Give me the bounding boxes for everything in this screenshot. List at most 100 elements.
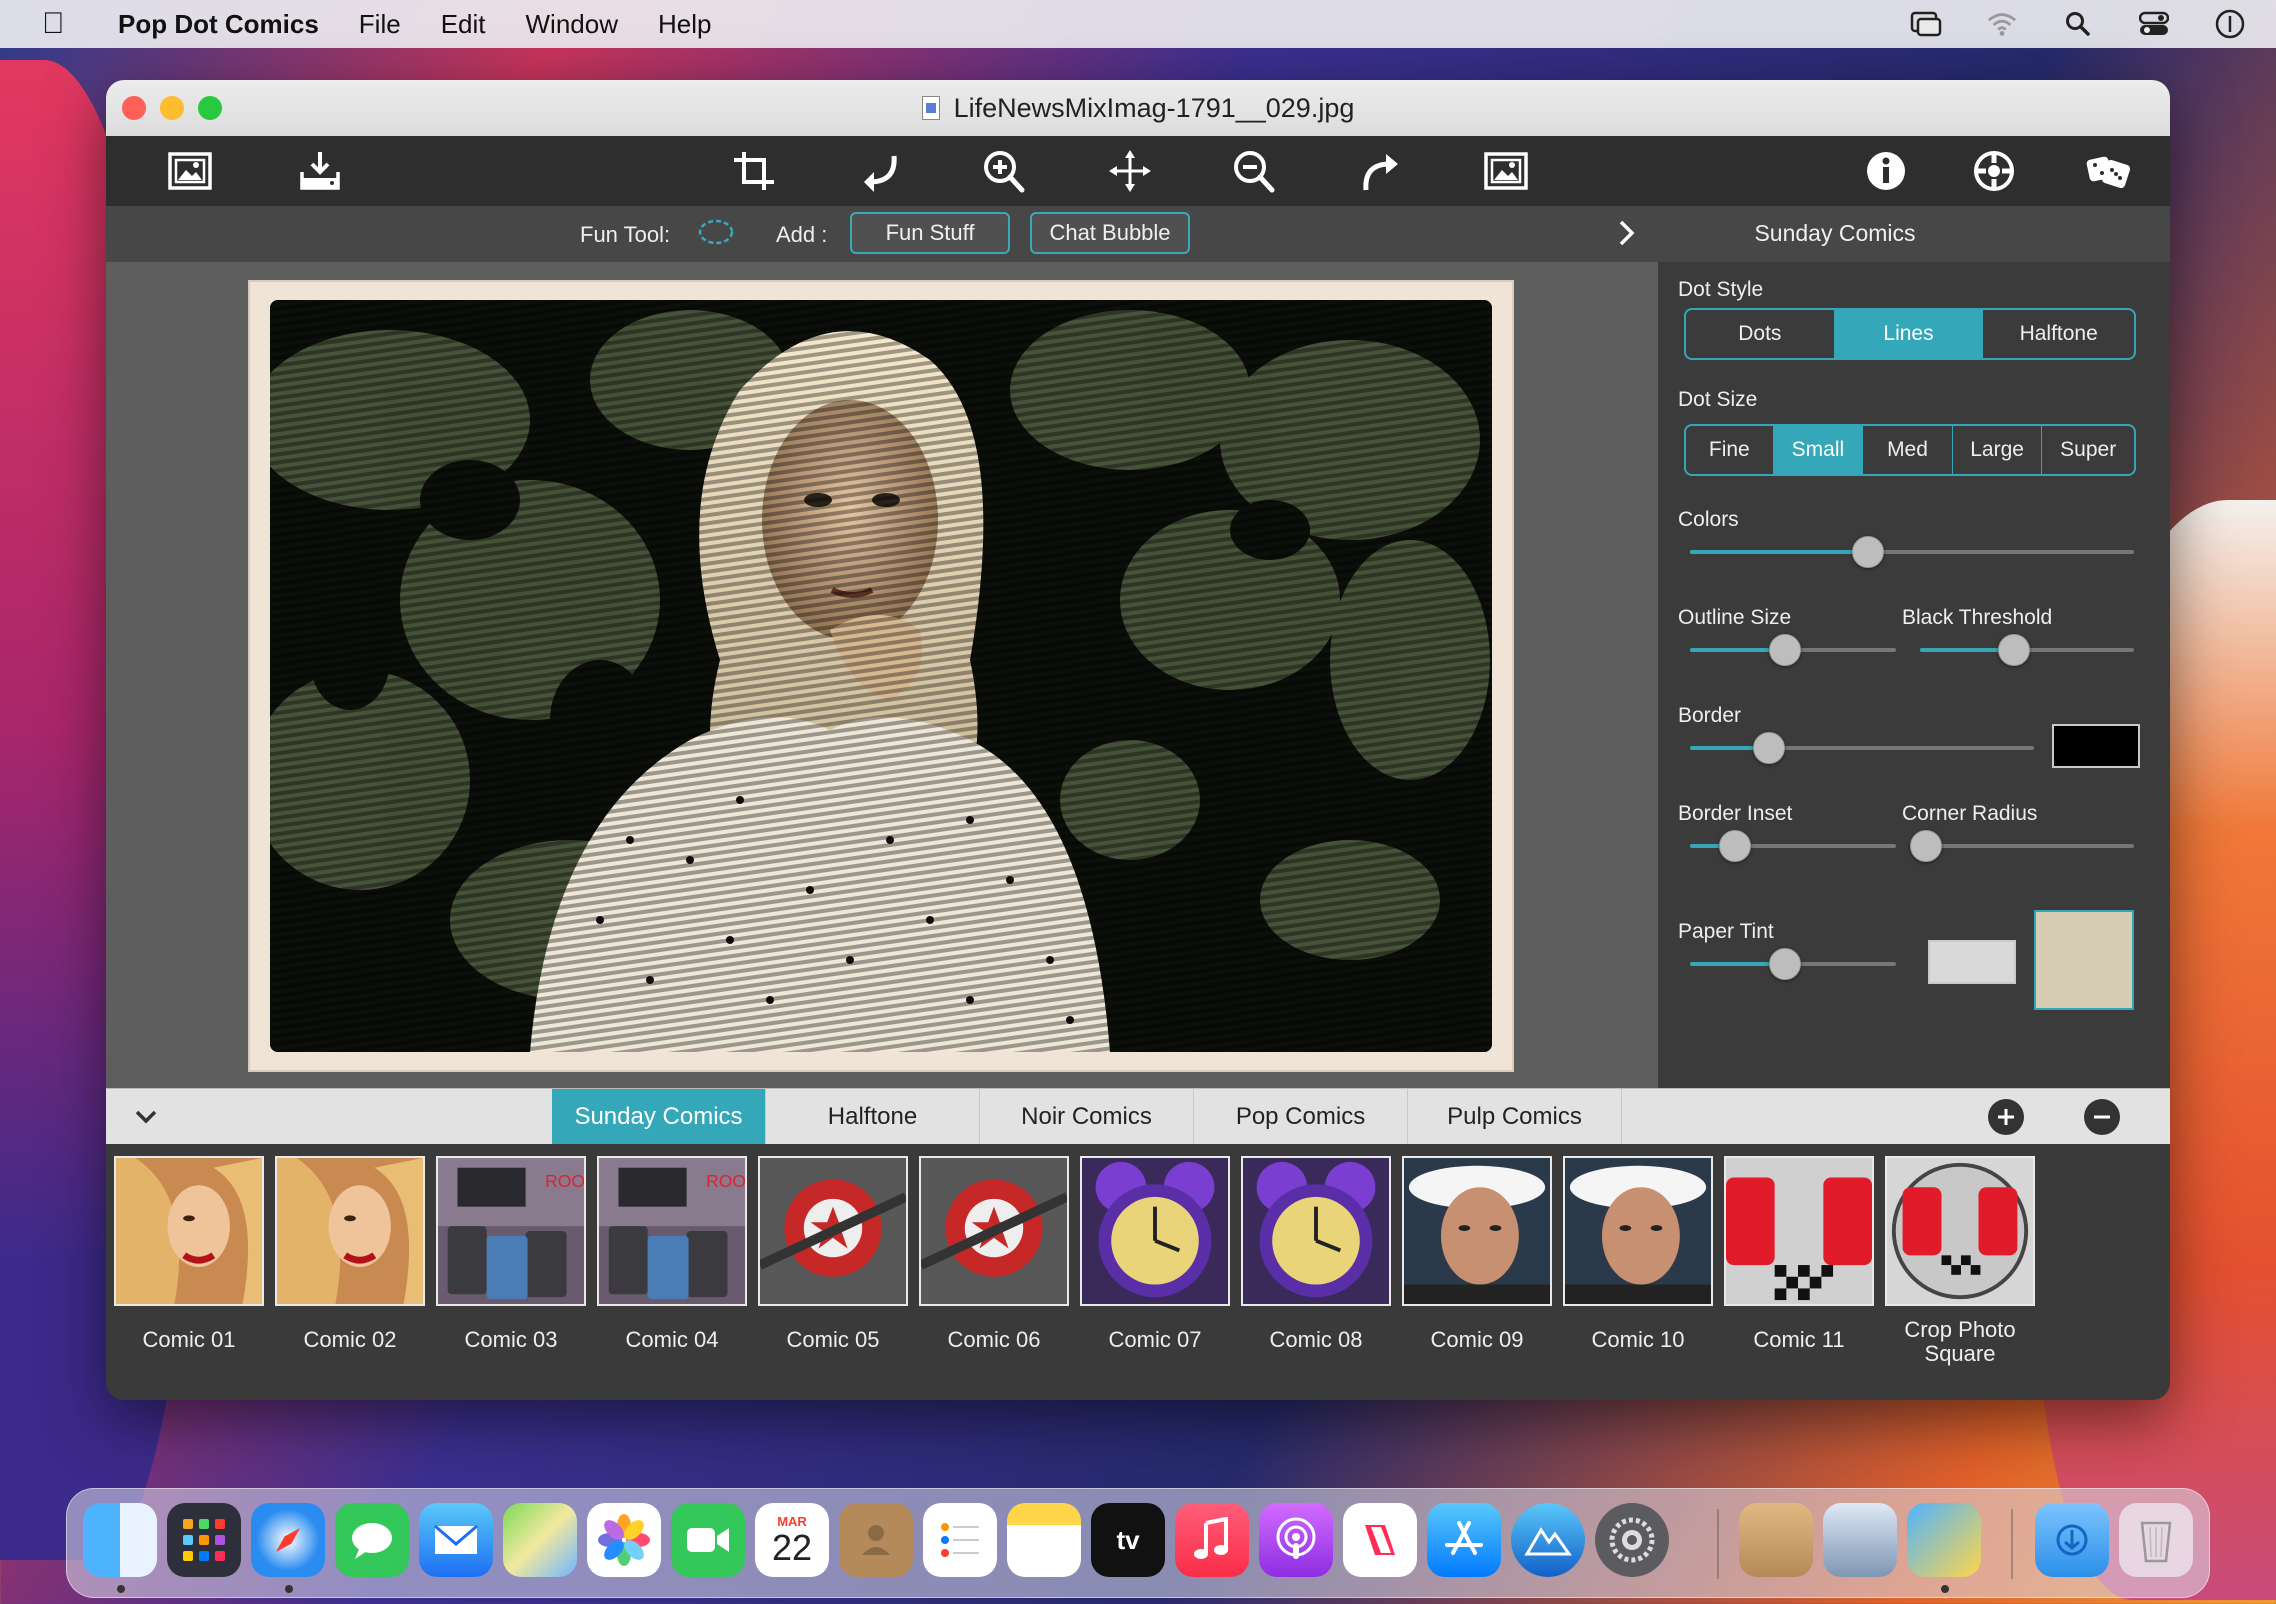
paper-tint-slider-knob[interactable] — [1768, 948, 1801, 980]
border-color-swatch[interactable] — [2052, 724, 2140, 768]
paper-tint-slider[interactable] — [1690, 948, 1896, 980]
preset-thumbnail[interactable]: Comic 11 — [1724, 1156, 1874, 1352]
zoom-in-icon[interactable] — [976, 148, 1032, 194]
tab-pop-comics[interactable]: Pop Comics — [1194, 1089, 1408, 1145]
menu-file[interactable]: File — [359, 9, 401, 40]
menu-edit[interactable]: Edit — [441, 9, 486, 40]
preset-thumbnail-image[interactable] — [919, 1156, 1069, 1306]
menu-help[interactable]: Help — [658, 9, 711, 40]
rotate-right-icon[interactable] — [1352, 148, 1408, 194]
archive-utility-icon[interactable] — [1739, 1503, 1813, 1577]
minimize-window-button[interactable] — [160, 96, 184, 120]
preset-thumbnail-image[interactable] — [114, 1156, 264, 1306]
border-slider[interactable] — [1690, 732, 2034, 764]
colors-slider-knob[interactable] — [1851, 536, 1884, 568]
dot-size-super[interactable]: Super — [2042, 426, 2134, 474]
pop-dot-comics-dock-icon[interactable] — [1907, 1503, 1981, 1577]
rotate-left-icon[interactable] — [852, 148, 908, 194]
menu-window[interactable]: Window — [526, 9, 618, 40]
corner-radius-slider[interactable] — [1910, 830, 2134, 862]
random-dice-icon[interactable] — [2080, 148, 2136, 194]
facetime-icon[interactable] — [671, 1503, 745, 1577]
comic-preview-image[interactable] — [270, 300, 1492, 1052]
preset-thumbnail-image[interactable] — [1402, 1156, 1552, 1306]
preset-thumbnail-image[interactable] — [1885, 1156, 2035, 1306]
preset-thumbnail[interactable]: Comic 05 — [758, 1156, 908, 1352]
border-slider-knob[interactable] — [1753, 732, 1786, 764]
music-icon[interactable] — [1175, 1503, 1249, 1577]
preset-thumbnail-image[interactable] — [758, 1156, 908, 1306]
reminders-icon[interactable] — [923, 1503, 997, 1577]
zoom-window-button[interactable] — [198, 96, 222, 120]
chevron-down-icon[interactable] — [132, 1103, 160, 1138]
tab-noir-comics[interactable]: Noir Comics — [980, 1089, 1194, 1145]
border-inset-slider-knob[interactable] — [1719, 830, 1752, 862]
mail-icon[interactable] — [419, 1503, 493, 1577]
control-center-icon[interactable] — [2138, 10, 2170, 38]
monterey-installer-icon[interactable] — [1511, 1503, 1585, 1577]
screen-mirror-icon[interactable] — [1910, 10, 1942, 38]
dot-size-small[interactable]: Small — [1773, 426, 1864, 474]
info-icon[interactable] — [1858, 148, 1914, 194]
export-image-icon[interactable] — [1478, 148, 1534, 194]
zoom-out-icon[interactable] — [1226, 148, 1282, 194]
corner-radius-slider-knob[interactable] — [1910, 830, 1943, 862]
wifi-icon[interactable] — [1986, 10, 2018, 38]
border-inset-slider[interactable] — [1690, 830, 1896, 862]
preset-thumbnail[interactable]: Comic 08 — [1241, 1156, 1391, 1352]
photos-icon[interactable] — [587, 1503, 661, 1577]
preset-thumbnail-image[interactable] — [1563, 1156, 1713, 1306]
downloads-folder-icon[interactable] — [2035, 1503, 2109, 1577]
crop-icon[interactable] — [726, 148, 782, 194]
maps-icon[interactable] — [503, 1503, 577, 1577]
tab-halftone[interactable]: Halftone — [766, 1089, 980, 1145]
preset-thumbnail[interactable]: Comic 06 — [919, 1156, 1069, 1352]
preset-thumbnail[interactable]: Comic 02 — [275, 1156, 425, 1352]
tab-pulp-comics[interactable]: Pulp Comics — [1408, 1089, 1622, 1145]
lasso-tool-icon[interactable] — [696, 216, 736, 256]
outline-size-slider[interactable] — [1690, 634, 1896, 666]
canvas-area[interactable] — [106, 262, 1658, 1088]
preset-thumbnail-image[interactable]: ROO — [436, 1156, 586, 1306]
chat-bubble-button[interactable]: Chat Bubble — [1030, 212, 1190, 254]
preset-thumbnail-image[interactable] — [1724, 1156, 1874, 1306]
system-preferences-icon[interactable] — [1595, 1503, 1669, 1577]
apple-tv-icon[interactable]: tv — [1091, 1503, 1165, 1577]
black-threshold-slider-knob[interactable] — [1998, 634, 2031, 666]
news-icon[interactable] — [1343, 1503, 1417, 1577]
preset-thumbnail[interactable]: Comic 09 — [1402, 1156, 1552, 1352]
dot-size-large[interactable]: Large — [1953, 426, 2043, 474]
app-store-icon[interactable] — [1427, 1503, 1501, 1577]
black-threshold-slider[interactable] — [1920, 634, 2134, 666]
trash-icon[interactable] — [2119, 1503, 2193, 1577]
dot-style-halftone[interactable]: Halftone — [1983, 310, 2134, 358]
fun-stuff-button[interactable]: Fun Stuff — [850, 212, 1010, 254]
spotlight-search-icon[interactable] — [2062, 10, 2094, 38]
paper-tint-color-swatch[interactable] — [1928, 940, 2016, 984]
paper-texture-swatch[interactable] — [2034, 910, 2134, 1010]
open-image-icon[interactable] — [162, 148, 218, 194]
outline-size-slider-knob[interactable] — [1768, 634, 1801, 666]
settings-icon[interactable] — [1966, 148, 2022, 194]
preset-thumbnail[interactable]: Comic 07 — [1080, 1156, 1230, 1352]
preset-thumbnail-image[interactable] — [1241, 1156, 1391, 1306]
preset-thumbnail-image[interactable] — [275, 1156, 425, 1306]
tab-sunday-comics[interactable]: Sunday Comics — [552, 1089, 766, 1145]
add-preset-button[interactable] — [1988, 1099, 2024, 1135]
remove-preset-button[interactable] — [2084, 1099, 2120, 1135]
preset-thumbnail[interactable]: Crop Photo Square — [1885, 1156, 2035, 1366]
dot-style-dots[interactable]: Dots — [1686, 310, 1835, 358]
preset-thumbnail-image[interactable]: ROO — [597, 1156, 747, 1306]
dot-size-fine[interactable]: Fine — [1686, 426, 1774, 474]
siri-info-icon[interactable] — [2214, 9, 2246, 39]
podcasts-icon[interactable] — [1259, 1503, 1333, 1577]
colors-slider[interactable] — [1690, 536, 2134, 568]
dot-size-med[interactable]: Med — [1863, 426, 1953, 474]
app-name-menu[interactable]: Pop Dot Comics — [118, 9, 319, 40]
launchpad-icon[interactable] — [167, 1503, 241, 1577]
dot-style-lines[interactable]: Lines — [1834, 310, 1984, 358]
contacts-icon[interactable] — [839, 1503, 913, 1577]
safari-icon[interactable] — [251, 1503, 325, 1577]
messages-icon[interactable] — [335, 1503, 409, 1577]
preset-thumbnail[interactable]: Comic 01 — [114, 1156, 264, 1352]
